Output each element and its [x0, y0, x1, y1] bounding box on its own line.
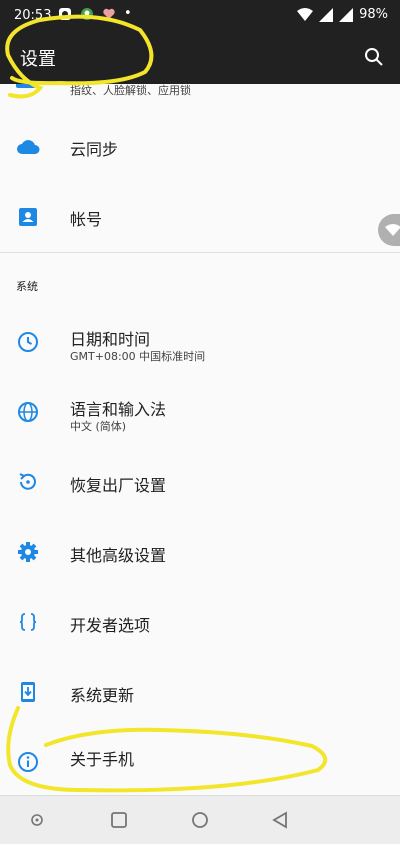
signal2-icon: [339, 7, 354, 22]
settings-item-label: 开发者选项: [70, 616, 151, 635]
settings-item-account[interactable]: 帐号: [0, 182, 400, 252]
notification-app-icon: [59, 8, 71, 20]
section-header-system: 系统: [16, 280, 38, 293]
restore-icon: [19, 473, 36, 490]
settings-item-language[interactable]: 语言和输入法 中文 (简体): [0, 376, 400, 446]
settings-item-label: 帐号: [70, 210, 103, 229]
status-time: 20:53: [14, 8, 52, 23]
security-row-partial[interactable]: 指纹、人脸解锁、应用锁: [0, 84, 400, 98]
settings-item-factory-reset[interactable]: 恢复出厂设置: [0, 446, 400, 516]
search-icon[interactable]: [362, 45, 386, 69]
navigation-bar: [0, 795, 400, 844]
divider: [0, 252, 400, 253]
system-update-icon: [21, 682, 35, 702]
info-icon: [18, 752, 38, 772]
settings-item-about-phone[interactable]: 关于手机: [0, 726, 400, 796]
braces-icon: [19, 613, 37, 631]
page-title: 设置: [20, 49, 56, 70]
wifi-assist-icon: [385, 224, 400, 236]
settings-item-cloud-sync[interactable]: 云同步: [0, 112, 400, 182]
settings-item-label: 恢复出厂设置: [70, 476, 167, 495]
globe-icon: [18, 402, 38, 422]
settings-item-advanced[interactable]: 其他高级设置: [0, 516, 400, 586]
settings-item-label: 其他高级设置: [70, 546, 167, 565]
nav-back-icon[interactable]: [268, 808, 292, 832]
nav-assistant-icon[interactable]: [25, 808, 49, 832]
settings-item-label: 语言和输入法: [70, 400, 167, 419]
settings-item-subtitle: 中文 (简体): [70, 420, 127, 433]
notification-heart-icon: [103, 8, 115, 19]
battery-text: 98%: [359, 7, 388, 22]
security-row-subtitle: 指纹、人脸解锁、应用锁: [70, 84, 191, 97]
settings-item-label: 云同步: [70, 140, 119, 159]
gear-icon: [18, 542, 38, 562]
status-right: 98%: [297, 7, 388, 22]
cloud-icon: [17, 140, 40, 154]
clock-icon: [18, 332, 38, 352]
notification-chat-icon: [81, 8, 93, 20]
signal-icon: [319, 7, 334, 22]
account-icon: [19, 208, 37, 226]
settings-item-label: 系统更新: [70, 686, 135, 705]
nav-home-icon[interactable]: [188, 808, 212, 832]
settings-item-system-update[interactable]: 系统更新: [0, 656, 400, 726]
app-bar: 设置: [0, 32, 400, 84]
notification-more-dot: •: [124, 6, 132, 21]
security-icon: [16, 84, 36, 88]
nav-recents-icon[interactable]: [107, 808, 131, 832]
settings-item-label: 关于手机: [70, 750, 135, 769]
wifi-icon: [297, 7, 314, 21]
settings-item-date-time[interactable]: 日期和时间 GMT+08:00 中国标准时间: [0, 306, 400, 376]
settings-item-developer[interactable]: 开发者选项: [0, 586, 400, 656]
settings-item-subtitle: GMT+08:00 中国标准时间: [70, 350, 206, 363]
status-bar: 20:53 • 98%: [0, 0, 400, 32]
settings-item-label: 日期和时间: [70, 330, 151, 349]
